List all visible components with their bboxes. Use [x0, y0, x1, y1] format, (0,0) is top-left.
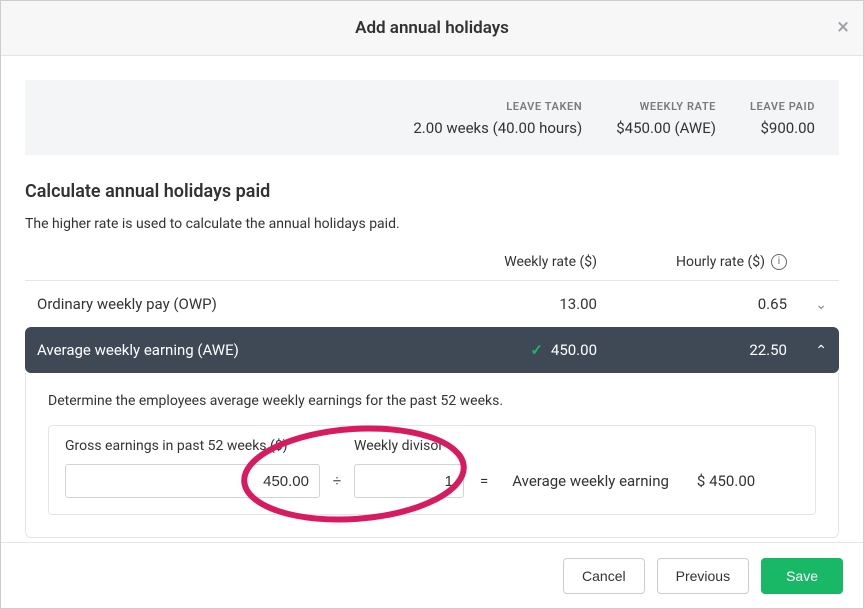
- section-heading: Calculate annual holidays paid: [25, 181, 839, 202]
- column-weekly-rate: Weekly rate ($): [427, 254, 597, 270]
- check-icon: ✓: [530, 341, 543, 359]
- equals-sign: =: [474, 472, 494, 490]
- summary-leave-taken-label: LEAVE TAKEN: [413, 100, 582, 113]
- rate-row-awe[interactable]: Average weekly earning (AWE) ✓450.00 22.…: [25, 327, 839, 373]
- section-subtext: The higher rate is used to calculate the…: [25, 216, 839, 232]
- awe-hourly: 22.50: [597, 341, 787, 359]
- awe-description: Determine the employees average weekly e…: [48, 393, 816, 409]
- column-hourly-rate-label: Hourly rate ($): [676, 254, 765, 270]
- save-button[interactable]: Save: [761, 558, 843, 594]
- summary-leave-paid-label: LEAVE PAID: [750, 100, 815, 113]
- summary-weekly-rate: WEEKLY RATE $450.00 (AWE): [616, 100, 716, 137]
- gross-earnings-input[interactable]: [65, 464, 320, 498]
- cancel-button[interactable]: Cancel: [563, 558, 645, 594]
- chevron-up-icon: ⌃: [815, 343, 827, 359]
- owp-hourly: 0.65: [597, 295, 787, 313]
- column-hourly-rate: Hourly rate ($) i: [597, 254, 787, 270]
- owp-name: Ordinary weekly pay (OWP): [37, 295, 427, 313]
- summary-leave-paid: LEAVE PAID $900.00: [750, 100, 815, 137]
- summary-weekly-rate-value: $450.00 (AWE): [616, 119, 716, 137]
- gross-earnings-label: Gross earnings in past 52 weeks ($): [65, 438, 320, 454]
- summary-panel: LEAVE TAKEN 2.00 weeks (40.00 hours) WEE…: [25, 80, 839, 155]
- summary-leave-taken: LEAVE TAKEN 2.00 weeks (40.00 hours): [413, 100, 582, 137]
- previous-button[interactable]: Previous: [657, 558, 749, 594]
- awe-name: Average weekly earning (AWE): [37, 341, 427, 359]
- rate-table: Weekly rate ($) Hourly rate ($) i Ordina…: [25, 254, 839, 538]
- rate-row-owp[interactable]: Ordinary weekly pay (OWP) 13.00 0.65 ⌄: [25, 280, 839, 327]
- modal-title: Add annual holidays: [355, 18, 509, 38]
- calc-inputs-row: ÷ = Average weekly earning $ 450.00: [65, 464, 799, 498]
- summary-weekly-rate-label: WEEKLY RATE: [616, 100, 716, 113]
- weekly-divisor-label: Weekly divisor: [354, 438, 464, 454]
- summary-leave-paid-value: $900.00: [750, 119, 815, 137]
- summary-leave-taken-value: 2.00 weeks (40.00 hours): [413, 119, 582, 137]
- owp-weekly: 13.00: [427, 295, 597, 313]
- modal-body: LEAVE TAKEN 2.00 weeks (40.00 hours) WEE…: [1, 56, 863, 538]
- close-icon[interactable]: ×: [837, 17, 849, 39]
- divide-operator: ÷: [330, 472, 344, 490]
- modal-header: Add annual holidays ×: [1, 1, 863, 56]
- awe-detail-panel: Determine the employees average weekly e…: [25, 373, 839, 538]
- result-label: Average weekly earning: [512, 472, 669, 490]
- result-value: $ 450.00: [697, 472, 755, 490]
- chevron-down-icon: ⌄: [815, 297, 827, 313]
- rate-table-header: Weekly rate ($) Hourly rate ($) i: [25, 254, 839, 280]
- awe-weekly: ✓450.00: [427, 341, 597, 359]
- info-icon[interactable]: i: [771, 254, 787, 270]
- calc-labels-row: Gross earnings in past 52 weeks ($) Week…: [65, 438, 799, 454]
- modal-footer: Cancel Previous Save: [1, 542, 863, 608]
- calculation-box: Gross earnings in past 52 weeks ($) Week…: [48, 425, 816, 515]
- weekly-divisor-input[interactable]: [354, 464, 464, 498]
